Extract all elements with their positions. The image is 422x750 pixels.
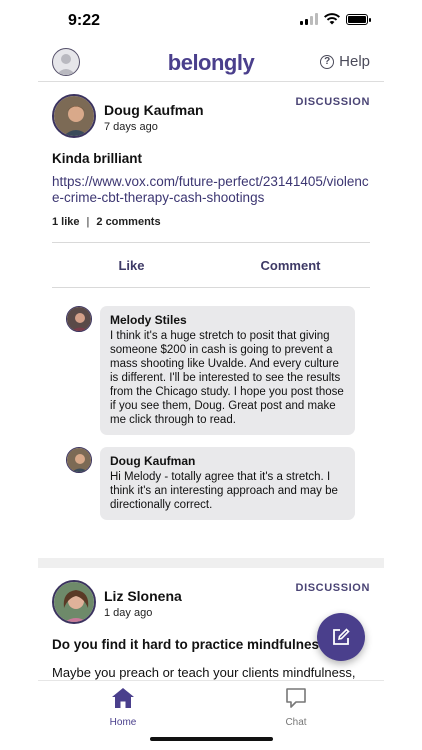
post-type-badge: DISCUSSION: [295, 96, 370, 108]
post-body: Maybe you preach or teach your clients m…: [52, 665, 356, 680]
post-timestamp: 1 day ago: [104, 607, 153, 619]
comment-list: Melody Stiles I think it's a huge stretc…: [52, 288, 370, 552]
commenter-avatar[interactable]: [66, 306, 92, 332]
status-bar: 9:22: [0, 0, 422, 44]
author-avatar[interactable]: [52, 580, 96, 624]
home-indicator: [150, 737, 273, 741]
cellular-signal-icon: [300, 13, 318, 25]
help-label: Help: [339, 53, 370, 70]
commenter-avatar[interactable]: [66, 447, 92, 473]
battery-icon: [346, 13, 371, 25]
comment-author[interactable]: Melody Stiles: [110, 313, 345, 327]
status-time: 9:22: [68, 12, 101, 29]
post-actions: Like Comment: [52, 242, 370, 288]
wifi-icon: [324, 13, 340, 25]
author-name[interactable]: Liz Slonena: [104, 588, 182, 604]
tab-home[interactable]: Home: [83, 687, 163, 728]
comment-author[interactable]: Doug Kaufman: [110, 454, 345, 468]
post-title: Kinda brilliant: [52, 151, 143, 166]
post-header: Doug Kaufman 7 days ago DISCUSSION: [52, 82, 370, 144]
post-link[interactable]: https://www.vox.com/future-perfect/23141…: [52, 174, 370, 206]
author-avatar[interactable]: [52, 94, 96, 138]
question-icon: ?: [320, 54, 335, 69]
tab-home-label: Home: [109, 717, 137, 728]
comment-text: I think it's a huge stretch to posit tha…: [110, 330, 344, 426]
compose-icon: [333, 628, 350, 645]
home-icon: [112, 688, 134, 708]
comment-bubble: Melody Stiles I think it's a huge stretc…: [100, 306, 355, 435]
chat-icon: [286, 688, 306, 708]
comment-button[interactable]: Comment: [211, 243, 370, 287]
post-timestamp: 7 days ago: [104, 121, 158, 133]
tab-chat-label: Chat: [285, 717, 307, 728]
comment-count[interactable]: 2 comments: [96, 216, 160, 228]
post-divider: [38, 558, 384, 568]
like-count[interactable]: 1 like: [52, 216, 80, 228]
comment-item: Doug Kaufman Hi Melody - totally agree t…: [66, 447, 370, 520]
post-stats: 1 like | 2 comments: [52, 216, 161, 228]
app-bar: belongly ? Help: [38, 44, 384, 82]
like-button[interactable]: Like: [52, 243, 211, 287]
status-icons: [300, 13, 371, 25]
post-type-badge: DISCUSSION: [295, 582, 370, 594]
comment-item: Melody Stiles I think it's a huge stretc…: [66, 306, 370, 435]
tab-chat[interactable]: Chat: [256, 687, 336, 728]
feed[interactable]: Doug Kaufman 7 days ago DISCUSSION Kinda…: [38, 82, 384, 680]
comment-text: Hi Melody - totally agree that it's a st…: [110, 471, 338, 511]
compose-post-button[interactable]: [317, 613, 365, 661]
help-button[interactable]: ? Help: [320, 53, 370, 70]
author-name[interactable]: Doug Kaufman: [104, 102, 204, 118]
post-card: Doug Kaufman 7 days ago DISCUSSION Kinda…: [38, 82, 384, 552]
comment-bubble: Doug Kaufman Hi Melody - totally agree t…: [100, 447, 355, 520]
